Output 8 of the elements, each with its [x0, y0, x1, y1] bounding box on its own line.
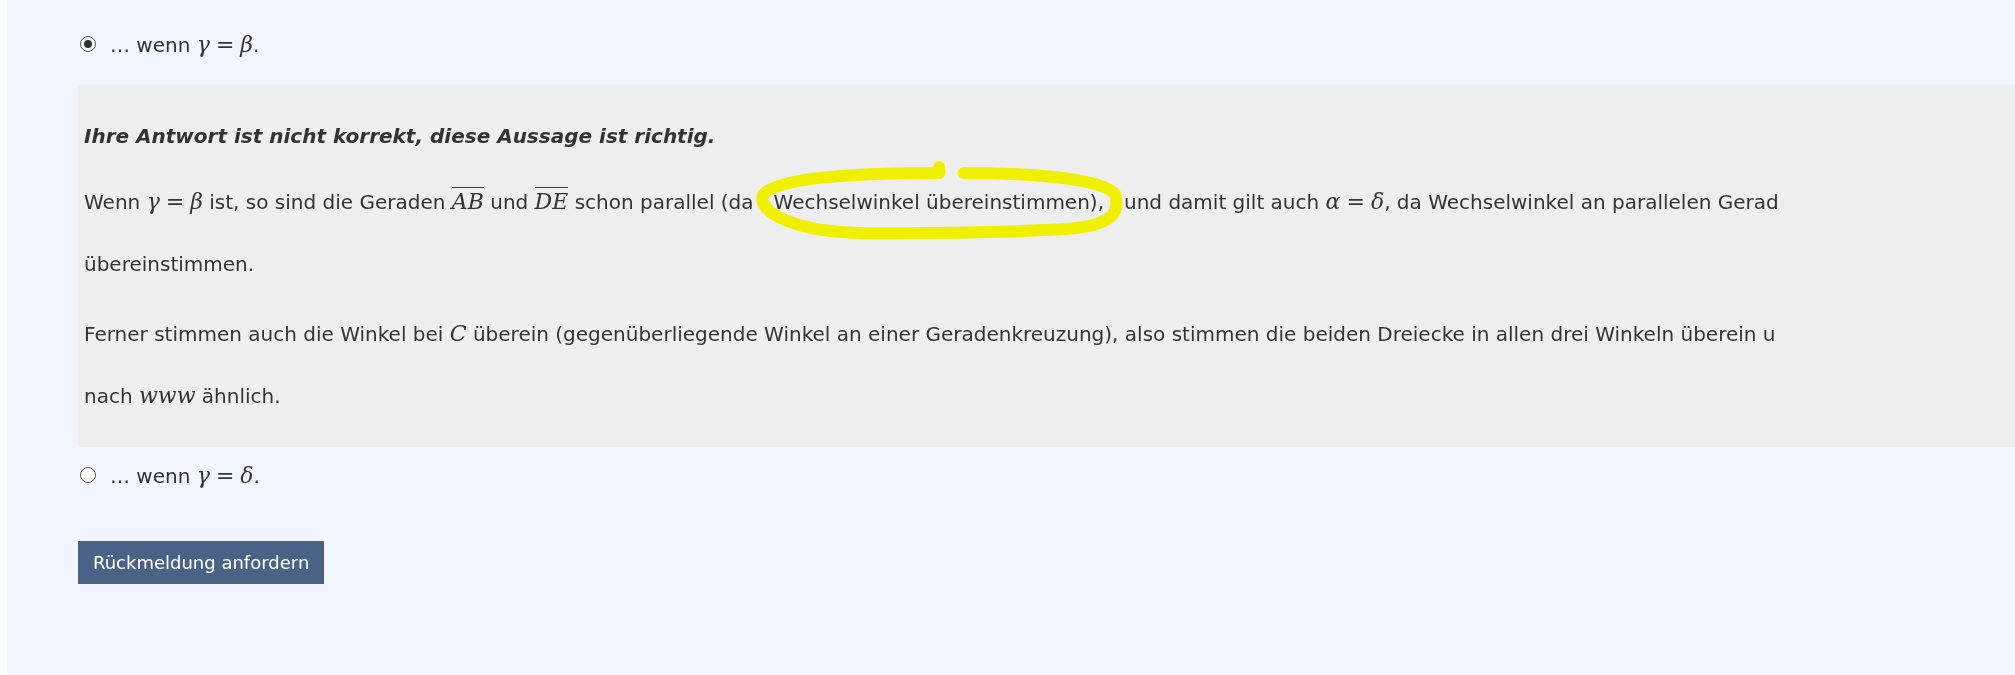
radio-button[interactable] — [80, 36, 96, 52]
request-feedback-button[interactable]: Rückmeldung anfordern — [78, 541, 325, 584]
option-label[interactable]: … wenn γ = β. — [110, 27, 260, 61]
feedback-paragraph: Wenn γ = β ist, so sind die Geraden AB und DE schon parallel (da Wechselwinkel übereinstimmen), und damit gilt auch α = δ, da Wechselwinkel an parallelen Gerad übereinstimmen. — [84, 171, 2015, 295]
feedback-verdict: Ihre Antwort ist nicht korrekt, diese Aussage ist richtig. — [84, 123, 717, 150]
feedback-paragraph: Ferner stimmen auch die Winkel bei C überein (gegenüberliegende Winkel an einer Geradenkreuzung), also stimmen die beiden Dreiecke in allen drei Winkeln überein u nach www ähnlich. — [84, 320, 1777, 410]
radio-button[interactable] — [80, 467, 96, 483]
option-label[interactable]: … wenn γ = δ. — [110, 458, 260, 492]
